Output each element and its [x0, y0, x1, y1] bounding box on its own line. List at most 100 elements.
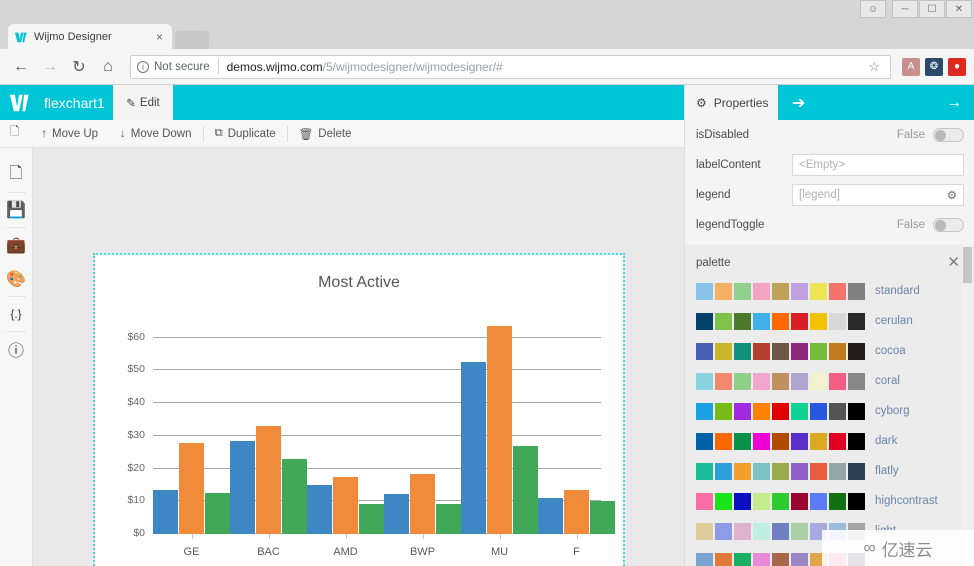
palette-swatch[interactable] — [772, 462, 789, 480]
palette-swatch[interactable] — [848, 312, 865, 330]
property-row-legend[interactable]: legend [legend] ⚙ — [685, 180, 974, 210]
palette-swatch[interactable] — [753, 312, 770, 330]
palette-swatch[interactable] — [772, 342, 789, 360]
palette-swatch[interactable] — [810, 462, 827, 480]
palette-row[interactable]: cocoa — [696, 336, 960, 366]
palette-swatch[interactable] — [734, 522, 751, 540]
palette-row[interactable]: standard — [696, 276, 960, 306]
pdf-extension-icon[interactable]: A — [902, 57, 920, 76]
palette-swatch[interactable] — [791, 432, 808, 450]
edit-button[interactable]: ✎ Edit — [113, 85, 173, 120]
chart-bar-group[interactable]: F — [538, 318, 615, 558]
palette-swatch[interactable] — [829, 312, 846, 330]
palette-swatch[interactable] — [791, 492, 808, 510]
palette-row[interactable]: coral — [696, 366, 960, 396]
palette-swatch[interactable] — [753, 402, 770, 420]
palette-swatch[interactable] — [753, 282, 770, 300]
palette-swatch[interactable] — [753, 492, 770, 510]
chart-bar[interactable] — [282, 459, 307, 534]
palette-swatch[interactable] — [734, 552, 751, 566]
palette-swatch[interactable] — [810, 402, 827, 420]
security-indicator[interactable]: i Not secure — [137, 60, 210, 73]
palette-swatch[interactable] — [715, 312, 732, 330]
new-tab-button[interactable] — [174, 31, 210, 49]
chart-bar[interactable] — [205, 492, 230, 534]
rail-palette-icon[interactable]: 🎨 — [0, 262, 33, 296]
maximize-button[interactable]: ☐ — [919, 0, 945, 18]
chart-bar[interactable] — [436, 504, 461, 534]
palette-swatch[interactable] — [810, 432, 827, 450]
chart-bar-group[interactable]: MU — [461, 318, 538, 558]
palette-row[interactable]: flatly — [696, 456, 960, 486]
palette-swatch[interactable] — [772, 552, 789, 566]
palette-swatch[interactable] — [791, 552, 808, 566]
red-extension-icon[interactable]: ● — [948, 57, 966, 76]
expand-arrow-icon[interactable]: → — [946, 94, 962, 112]
palette-swatch[interactable] — [753, 552, 770, 566]
chart-bar-group[interactable]: BAC — [230, 318, 307, 558]
palette-row[interactable]: highcontrast — [696, 486, 960, 516]
chart-bar[interactable] — [564, 489, 589, 534]
palette-swatch[interactable] — [791, 402, 808, 420]
blue-extension-icon[interactable]: ❂ — [925, 57, 943, 76]
close-button[interactable]: ✕ — [946, 0, 972, 18]
palette-swatch[interactable] — [848, 432, 865, 450]
palette-name[interactable]: cyborg — [875, 405, 910, 417]
flexchart-widget[interactable]: Most Active $0 $10 $20 $30 $40 $50 $60 GE BAC AM… — [93, 253, 625, 566]
chart-bar[interactable] — [487, 325, 512, 534]
chart-bar[interactable] — [256, 425, 281, 534]
move-down-button[interactable]: ↓ Move Down — [109, 120, 202, 148]
home-icon[interactable]: ⌂ — [95, 54, 121, 80]
palette-swatch[interactable] — [734, 462, 751, 480]
palette-swatch[interactable] — [791, 522, 808, 540]
rail-briefcase-icon[interactable]: 💼 — [0, 228, 33, 262]
palette-swatch[interactable] — [696, 462, 713, 480]
back-icon[interactable]: ← — [8, 54, 34, 80]
palette-swatch[interactable] — [829, 462, 846, 480]
property-row-isdisabled[interactable]: isDisabled False — [685, 120, 974, 150]
palette-swatch[interactable] — [791, 342, 808, 360]
chart-bar-group[interactable]: GE — [153, 318, 230, 558]
palette-swatch[interactable] — [734, 372, 751, 390]
palette-row[interactable]: cyborg — [696, 396, 960, 426]
legendtoggle-toggle[interactable] — [933, 218, 964, 232]
palette-swatch[interactable] — [753, 522, 770, 540]
property-row-legendtoggle[interactable]: legendToggle False — [685, 210, 974, 240]
chart-bar[interactable] — [384, 494, 409, 534]
palette-swatch[interactable] — [696, 312, 713, 330]
palette-name[interactable]: cerulan — [875, 315, 913, 327]
palette-swatch[interactable] — [829, 342, 846, 360]
palette-swatch[interactable] — [753, 342, 770, 360]
labelcontent-input[interactable]: <Empty> — [792, 154, 964, 176]
chart-bar[interactable] — [179, 443, 204, 534]
palette-name[interactable]: highcontrast — [875, 495, 938, 507]
palette-scrollbar[interactable] — [962, 245, 973, 566]
palette-swatch[interactable] — [848, 402, 865, 420]
palette-swatch[interactable] — [715, 492, 732, 510]
palette-swatch[interactable] — [696, 492, 713, 510]
browser-tab[interactable]: Wijmo Designer × — [8, 24, 172, 49]
palette-swatch[interactable] — [848, 282, 865, 300]
palette-swatch[interactable] — [848, 372, 865, 390]
forward-icon[interactable]: → — [37, 54, 63, 80]
palette-swatch[interactable] — [715, 432, 732, 450]
chart-bar[interactable] — [359, 504, 384, 534]
palette-swatch[interactable] — [772, 282, 789, 300]
chart-bar-group[interactable]: BWP — [384, 318, 461, 558]
cursor-icon[interactable]: ➔︎ — [792, 93, 805, 113]
palette-swatch[interactable] — [734, 402, 751, 420]
palette-swatch[interactable] — [772, 522, 789, 540]
legend-gear-icon[interactable]: ⚙ — [947, 188, 957, 202]
palette-swatch[interactable] — [810, 342, 827, 360]
duplicate-button[interactable]: ⧉ Duplicate — [204, 120, 287, 148]
palette-swatch[interactable] — [810, 312, 827, 330]
palette-swatch[interactable] — [772, 372, 789, 390]
address-bar[interactable]: i Not secure demos.wijmo.com/5/wijmodesi… — [130, 54, 891, 79]
palette-swatch[interactable] — [696, 282, 713, 300]
chart-bar[interactable] — [513, 445, 538, 534]
isdisabled-toggle[interactable] — [933, 128, 964, 142]
palette-swatch[interactable] — [715, 522, 732, 540]
palette-swatch[interactable] — [715, 342, 732, 360]
palette-swatch[interactable] — [753, 372, 770, 390]
palette-swatch[interactable] — [753, 432, 770, 450]
